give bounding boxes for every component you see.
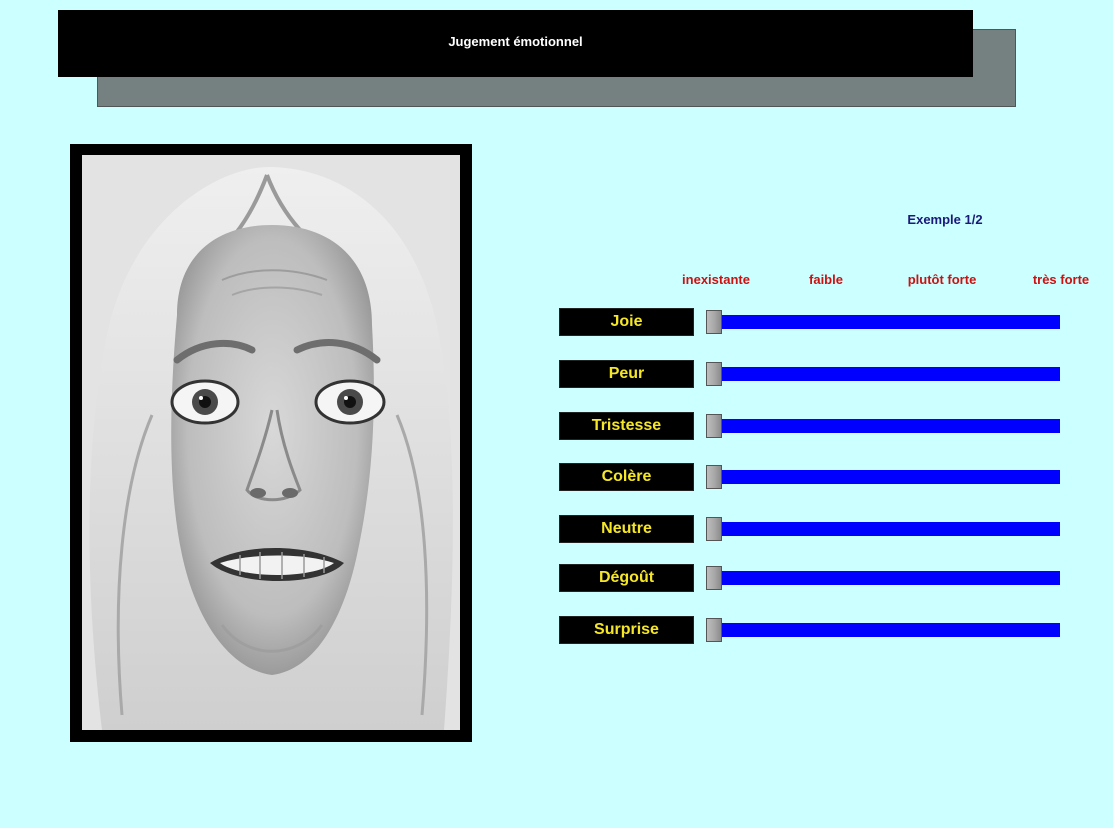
- emotion-label-surprise: Surprise: [559, 616, 694, 644]
- scale-label-inexistante: inexistante: [682, 272, 750, 287]
- photo-frame: [70, 144, 472, 742]
- emotion-label-peur: Peur: [559, 360, 694, 388]
- slider-track-colere[interactable]: [706, 465, 1060, 489]
- slider-track-tristesse[interactable]: [706, 414, 1060, 438]
- rating-row-surprise: Surprise: [0, 616, 1113, 644]
- slider-thumb-tristesse[interactable]: [706, 414, 722, 438]
- slider-thumb-joie[interactable]: [706, 310, 722, 334]
- slider-track-neutre[interactable]: [706, 517, 1060, 541]
- slider-thumb-colere[interactable]: [706, 465, 722, 489]
- slider-thumb-neutre[interactable]: [706, 517, 722, 541]
- slider-track-peur[interactable]: [706, 362, 1060, 386]
- rating-row-joie: Joie: [0, 308, 1113, 336]
- emotion-label-degout: Dégoût: [559, 564, 694, 592]
- scale-label-plutot-forte: plutôt forte: [907, 272, 977, 287]
- title-banner: Jugement émotionnel: [58, 10, 973, 77]
- example-counter: Exemple 1/2: [907, 212, 983, 227]
- rating-row-colere: Colère: [0, 463, 1113, 491]
- scale-label-faible: faible: [809, 272, 843, 287]
- slider-track-surprise[interactable]: [706, 618, 1060, 642]
- emotion-label-neutre: Neutre: [559, 515, 694, 543]
- slider-thumb-peur[interactable]: [706, 362, 722, 386]
- page-title: Jugement émotionnel: [448, 34, 583, 49]
- emotion-label-colere: Colère: [559, 463, 694, 491]
- rating-row-neutre: Neutre: [0, 515, 1113, 543]
- slider-track-degout[interactable]: [706, 566, 1060, 590]
- rating-row-degout: Dégoût: [0, 564, 1113, 592]
- emotion-label-tristesse: Tristesse: [559, 412, 694, 440]
- scale-label-tres-forte: très forte: [1032, 272, 1090, 287]
- slider-track-joie[interactable]: [706, 310, 1060, 334]
- emotion-label-joie: Joie: [559, 308, 694, 336]
- rating-row-peur: Peur: [0, 360, 1113, 388]
- rating-row-tristesse: Tristesse: [0, 412, 1113, 440]
- slider-thumb-degout[interactable]: [706, 566, 722, 590]
- slider-thumb-surprise[interactable]: [706, 618, 722, 642]
